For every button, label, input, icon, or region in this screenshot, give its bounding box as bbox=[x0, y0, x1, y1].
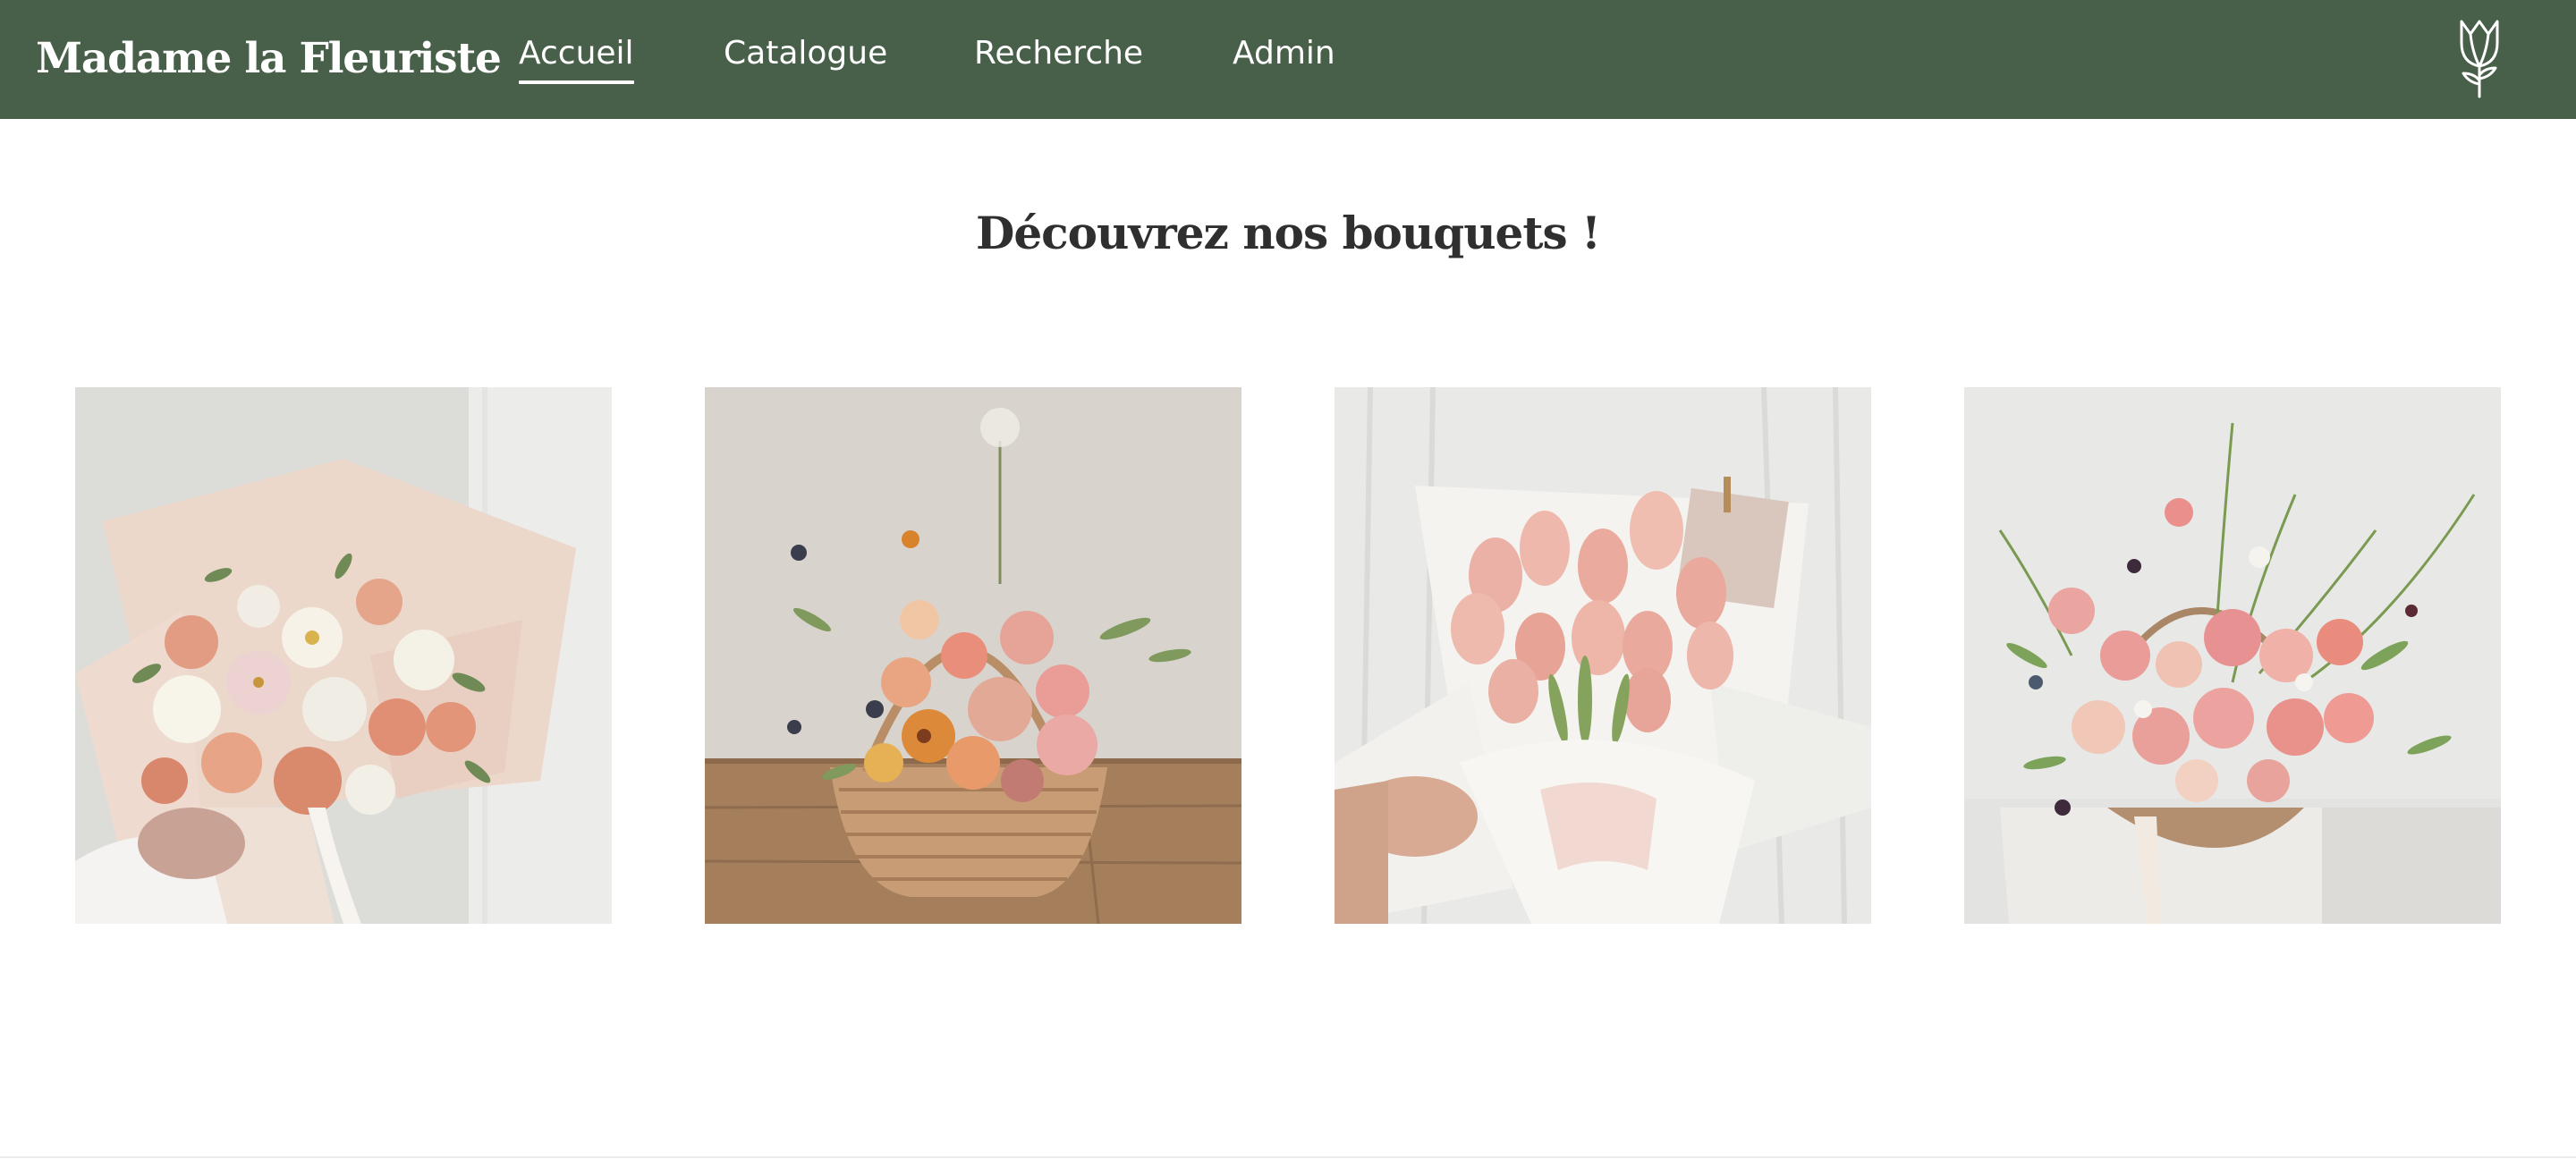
nav-item-catalogue[interactable]: Catalogue bbox=[724, 30, 887, 77]
bouquet-card-1[interactable] bbox=[75, 387, 612, 924]
page-title: Découvrez nos bouquets ! bbox=[976, 206, 1601, 259]
nav-item-recherche[interactable]: Recherche bbox=[974, 30, 1143, 77]
top-navbar: Madame la Fleuriste Accueil Catalogue Re… bbox=[0, 0, 2576, 119]
bouquet-card-3[interactable] bbox=[1335, 387, 1871, 924]
nav-item-admin[interactable]: Admin bbox=[1233, 30, 1335, 77]
bouquet-image-3 bbox=[1335, 387, 1871, 924]
bouquet-card-2[interactable] bbox=[705, 387, 1241, 924]
bouquet-image-4 bbox=[1964, 387, 2501, 924]
bouquet-image-2 bbox=[705, 387, 1241, 924]
tulip-icon bbox=[2460, 20, 2499, 98]
brand-logo-text[interactable]: Madame la Fleuriste bbox=[36, 30, 502, 88]
bouquet-image-1 bbox=[75, 387, 612, 924]
footer-divider bbox=[0, 1156, 2576, 1158]
nav-item-accueil[interactable]: Accueil bbox=[519, 30, 634, 77]
active-nav-underline bbox=[519, 80, 634, 84]
bouquet-card-4[interactable] bbox=[1964, 387, 2501, 924]
